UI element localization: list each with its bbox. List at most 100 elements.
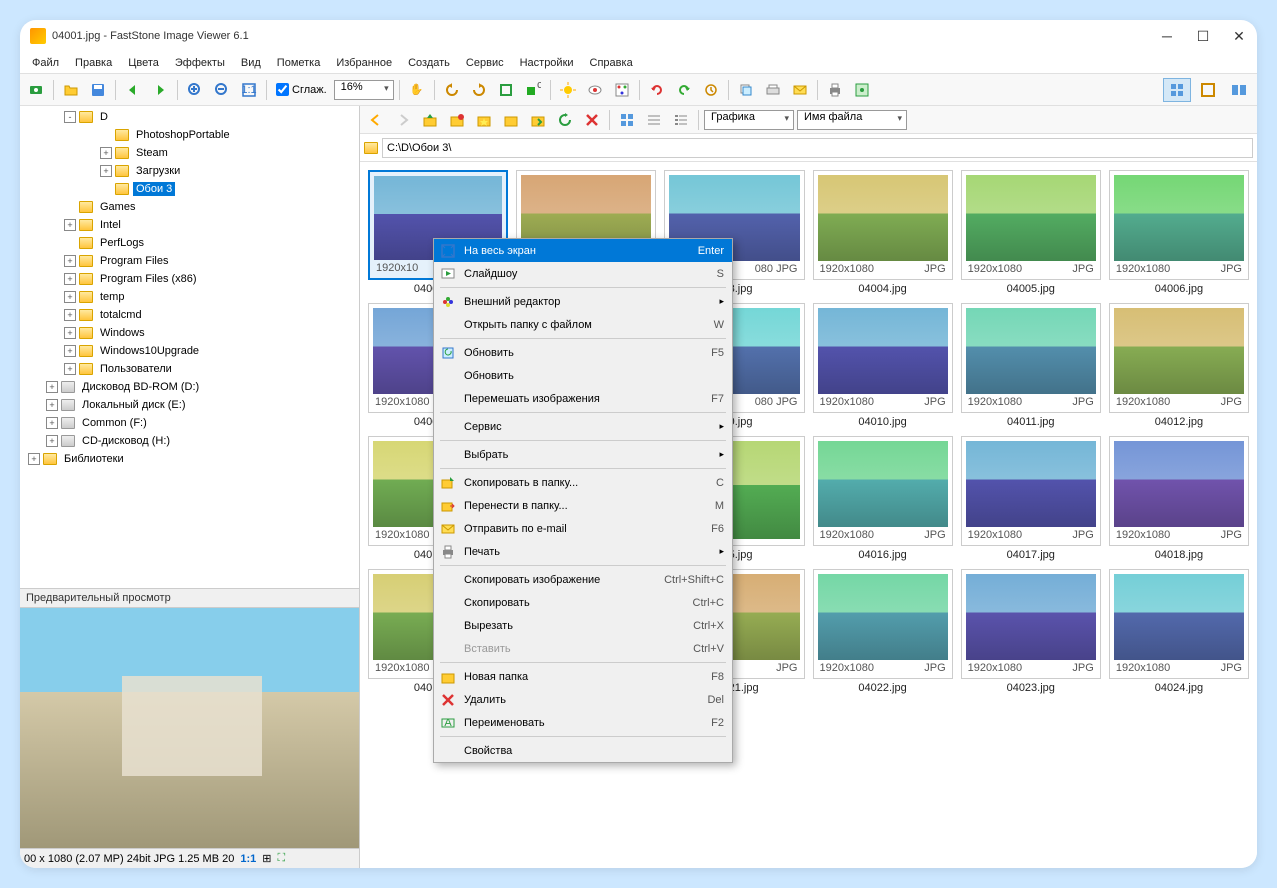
thumbnail-item[interactable]: 1920x1080JPG04004.jpg bbox=[813, 170, 953, 295]
layout-icon[interactable]: ⊞ bbox=[262, 852, 271, 865]
thumbnail-item[interactable]: 1920x1080JPG04023.jpg bbox=[961, 569, 1101, 694]
ctx-обновить[interactable]: ОбновитьF5 bbox=[434, 341, 732, 364]
ctx-выбрать[interactable]: Выбрать▸ bbox=[434, 443, 732, 466]
view-details-icon[interactable] bbox=[669, 108, 693, 132]
menu-цвета[interactable]: Цвета bbox=[120, 54, 167, 72]
ctx-скопировать-изображение[interactable]: Скопировать изображениеCtrl+Shift+C bbox=[434, 568, 732, 591]
tree-node[interactable]: -D bbox=[20, 108, 359, 126]
ctx-сервис[interactable]: Сервис▸ bbox=[434, 415, 732, 438]
tree-toggle[interactable]: + bbox=[64, 327, 76, 339]
tree-node[interactable]: PerfLogs bbox=[20, 234, 359, 252]
save-icon[interactable] bbox=[86, 78, 110, 102]
menu-эффекты[interactable]: Эффекты bbox=[167, 54, 233, 72]
forward-icon[interactable] bbox=[391, 108, 415, 132]
tree-node[interactable]: PhotoshopPortable bbox=[20, 126, 359, 144]
redo-icon[interactable] bbox=[672, 78, 696, 102]
ctx-обновить[interactable]: Обновить bbox=[434, 364, 732, 387]
ctx-отправить-по-e-mail[interactable]: Отправить по e-mailF6 bbox=[434, 517, 732, 540]
zoom-fit-icon[interactable]: 1:1 bbox=[237, 78, 261, 102]
thumbnail-item[interactable]: 1920x1080JPG04011.jpg bbox=[961, 303, 1101, 428]
copy-icon[interactable] bbox=[734, 78, 758, 102]
menu-пометка[interactable]: Пометка bbox=[269, 54, 329, 72]
redeye-icon[interactable] bbox=[583, 78, 607, 102]
menu-настройки[interactable]: Настройки bbox=[512, 54, 582, 72]
tree-node[interactable]: +Program Files bbox=[20, 252, 359, 270]
print-icon[interactable] bbox=[823, 78, 847, 102]
view-list-icon[interactable] bbox=[642, 108, 666, 132]
ctx-внешний-редактор[interactable]: Внешний редактор▸ bbox=[434, 290, 732, 313]
folder-icon-tb[interactable] bbox=[499, 108, 523, 132]
tree-node[interactable]: +Библиотеки bbox=[20, 450, 359, 468]
menu-правка[interactable]: Правка bbox=[67, 54, 120, 72]
thumbnail-item[interactable]: 1920x1080JPG04010.jpg bbox=[813, 303, 953, 428]
menu-избранное[interactable]: Избранное bbox=[328, 54, 400, 72]
settings-icon[interactable] bbox=[850, 78, 874, 102]
tree-toggle[interactable]: + bbox=[100, 147, 112, 159]
menu-создать[interactable]: Создать bbox=[400, 54, 458, 72]
tree-node[interactable]: +totalcmd bbox=[20, 306, 359, 324]
tree-node[interactable]: +Пользователи bbox=[20, 360, 359, 378]
tree-toggle[interactable]: + bbox=[64, 345, 76, 357]
sort-combo[interactable]: Имя файла bbox=[797, 110, 907, 130]
tree-node[interactable]: +Windows bbox=[20, 324, 359, 342]
thumbnail-item[interactable]: 1920x1080JPG04016.jpg bbox=[813, 436, 953, 561]
menu-справка[interactable]: Справка bbox=[582, 54, 641, 72]
tree-node[interactable]: +Intel bbox=[20, 216, 359, 234]
maximize-button[interactable]: ☐ bbox=[1195, 28, 1211, 44]
thumbnail-item[interactable]: 1920x1080JPG04022.jpg bbox=[813, 569, 953, 694]
tree-node[interactable]: +temp bbox=[20, 288, 359, 306]
view-large-icon[interactable] bbox=[615, 108, 639, 132]
view-thumbnails-button[interactable] bbox=[1163, 78, 1191, 102]
ctx-открыть-папку-с-файлом[interactable]: Открыть папку с файломW bbox=[434, 313, 732, 336]
thumbnail-item[interactable]: 1920x1080JPG04006.jpg bbox=[1109, 170, 1249, 295]
scan-icon[interactable] bbox=[761, 78, 785, 102]
thumbnail-item[interactable]: 1920x1080JPG04018.jpg bbox=[1109, 436, 1249, 561]
tree-toggle[interactable]: + bbox=[64, 309, 76, 321]
refresh-icon[interactable] bbox=[553, 108, 577, 132]
rotate-left-icon[interactable] bbox=[440, 78, 464, 102]
draw-icon[interactable] bbox=[610, 78, 634, 102]
folder-tree[interactable]: -DPhotoshopPortable+Steam+ЗагрузкиОбои 3… bbox=[20, 106, 359, 588]
next-icon[interactable] bbox=[148, 78, 172, 102]
tree-node[interactable]: +Program Files (x86) bbox=[20, 270, 359, 288]
menu-файл[interactable]: Файл bbox=[24, 54, 67, 72]
ctx-перемешать-изображения[interactable]: Перемешать изображенияF7 bbox=[434, 387, 732, 410]
view-fullscreen-button[interactable] bbox=[1194, 78, 1222, 102]
tree-toggle[interactable]: + bbox=[46, 399, 58, 411]
ctx-удалить[interactable]: УдалитьDel bbox=[434, 688, 732, 711]
tree-toggle[interactable]: + bbox=[64, 363, 76, 375]
tree-node[interactable]: +CD-дисковод (H:) bbox=[20, 432, 359, 450]
ctx-свойства[interactable]: Свойства bbox=[434, 739, 732, 762]
tree-toggle[interactable]: + bbox=[64, 219, 76, 231]
tree-node[interactable]: +Дисковод BD-ROM (D:) bbox=[20, 378, 359, 396]
tree-node[interactable]: +Steam bbox=[20, 144, 359, 162]
tree-toggle[interactable]: + bbox=[64, 291, 76, 303]
ctx-скопировать[interactable]: СкопироватьCtrl+C bbox=[434, 591, 732, 614]
crop-icon[interactable] bbox=[494, 78, 518, 102]
brightness-icon[interactable] bbox=[556, 78, 580, 102]
menu-сервис[interactable]: Сервис bbox=[458, 54, 512, 72]
tree-node[interactable]: Обои 3 bbox=[20, 180, 359, 198]
tree-node[interactable]: +Локальный диск (E:) bbox=[20, 396, 359, 414]
tree-node[interactable]: Games bbox=[20, 198, 359, 216]
thumbnail-item[interactable]: 1920x1080JPG04024.jpg bbox=[1109, 569, 1249, 694]
tree-toggle[interactable]: + bbox=[100, 165, 112, 177]
ctx-новая-папка[interactable]: Новая папкаF8 bbox=[434, 665, 732, 688]
new-folder-icon[interactable] bbox=[445, 108, 469, 132]
filter-combo[interactable]: Графика bbox=[704, 110, 794, 130]
tree-toggle[interactable]: + bbox=[46, 381, 58, 393]
preview-image[interactable] bbox=[20, 608, 359, 848]
tree-node[interactable]: +Загрузки bbox=[20, 162, 359, 180]
zoom-select[interactable]: 16% bbox=[334, 80, 394, 100]
ctx-слайдшоу[interactable]: СлайдшоуS bbox=[434, 262, 732, 285]
ctx-перенести-в-папку-[interactable]: Перенести в папку...M bbox=[434, 494, 732, 517]
hand-icon[interactable]: ✋ bbox=[405, 78, 429, 102]
thumbnail-item[interactable]: 1920x1080JPG04012.jpg bbox=[1109, 303, 1249, 428]
smooth-checkbox[interactable]: Cглаж. bbox=[276, 83, 327, 96]
prev-icon[interactable] bbox=[121, 78, 145, 102]
open-icon[interactable] bbox=[59, 78, 83, 102]
tree-node[interactable]: +Windows10Upgrade bbox=[20, 342, 359, 360]
tree-toggle[interactable]: + bbox=[64, 255, 76, 267]
view-compare-button[interactable] bbox=[1225, 78, 1253, 102]
delete-icon[interactable] bbox=[580, 108, 604, 132]
